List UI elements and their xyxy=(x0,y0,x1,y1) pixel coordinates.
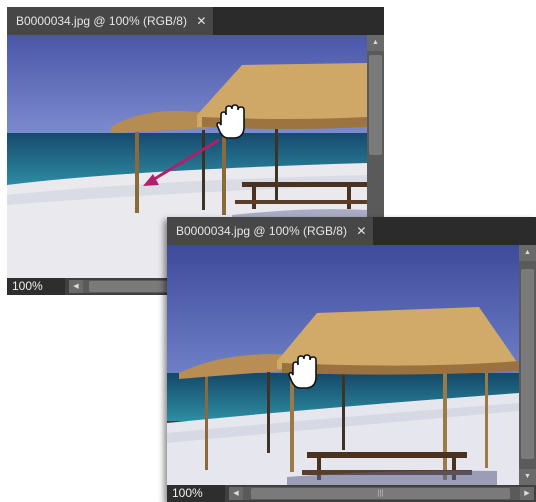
scroll-up-icon[interactable]: ▲ xyxy=(367,35,384,51)
scroll-right-icon[interactable]: ▶ xyxy=(520,487,534,500)
zoom-level[interactable]: 100% xyxy=(167,485,225,502)
document-tab[interactable]: B0000034.jpg @ 100% (RGB/8) ✕ xyxy=(7,7,213,35)
zoom-level[interactable]: 100% xyxy=(7,278,65,295)
scroll-left-icon[interactable]: ◀ xyxy=(69,280,83,293)
image-canvas[interactable] xyxy=(167,245,519,485)
vertical-scroll-thumb[interactable] xyxy=(521,269,534,459)
vertical-scroll-thumb[interactable] xyxy=(369,55,382,155)
close-icon[interactable]: ✕ xyxy=(356,225,367,237)
status-bar: 100% ◀ ||| ▶ xyxy=(167,485,536,502)
scroll-down-icon[interactable]: ▼ xyxy=(519,469,536,485)
tab-bar: B0000034.jpg @ 100% (RGB/8) ✕ xyxy=(7,7,384,35)
vertical-scrollbar[interactable]: ▲ ▼ xyxy=(519,245,536,485)
horizontal-scroll-thumb[interactable]: ||| xyxy=(251,488,510,499)
document-window-front: B0000034.jpg @ 100% (RGB/8) ✕ ▲ ▼ 100% ◀… xyxy=(167,217,536,502)
tab-title: B0000034.jpg @ 100% (RGB/8) xyxy=(16,14,187,28)
scroll-up-icon[interactable]: ▲ xyxy=(519,245,536,261)
horizontal-scrollbar[interactable]: ◀ ||| ▶ xyxy=(229,487,534,500)
tab-title: B0000034.jpg @ 100% (RGB/8) xyxy=(176,224,347,238)
tab-bar: B0000034.jpg @ 100% (RGB/8) ✕ xyxy=(167,217,536,245)
scroll-left-icon[interactable]: ◀ xyxy=(229,487,243,500)
close-icon[interactable]: ✕ xyxy=(196,15,207,27)
document-tab[interactable]: B0000034.jpg @ 100% (RGB/8) ✕ xyxy=(167,217,373,245)
beach-photo xyxy=(167,245,519,485)
